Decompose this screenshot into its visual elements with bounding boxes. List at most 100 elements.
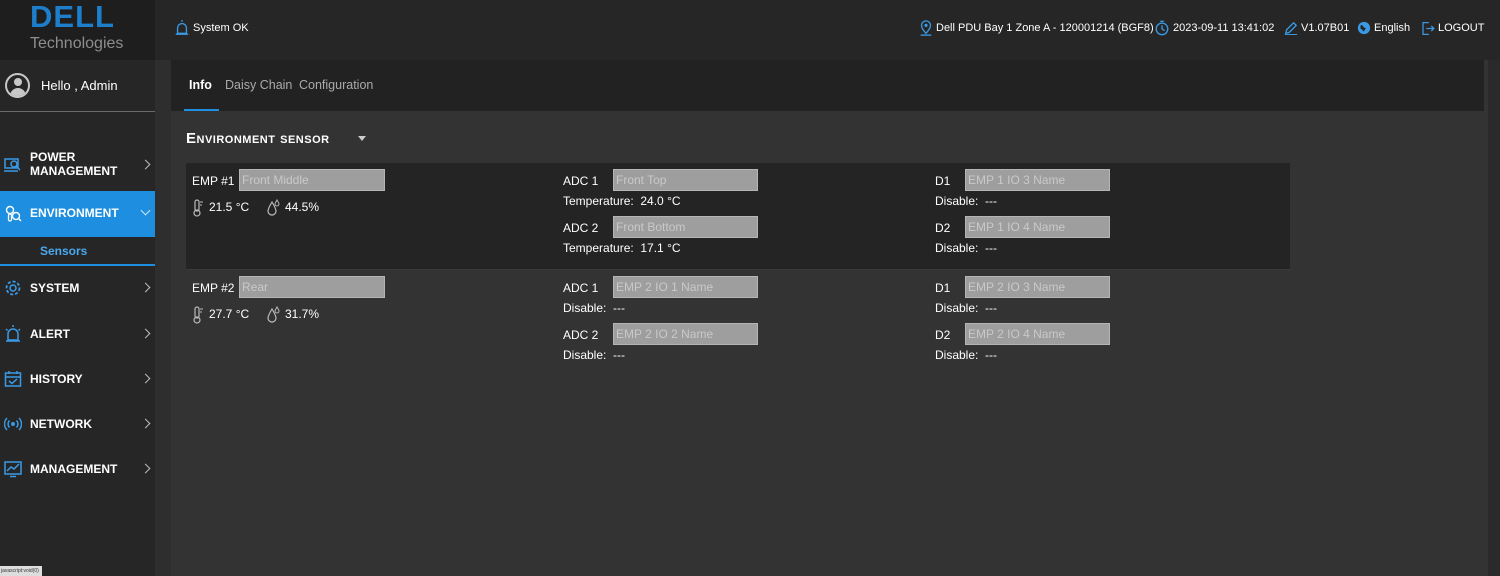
sidebar-item-management[interactable]: MANAGEMENT bbox=[0, 456, 155, 482]
emp-name-field[interactable]: Front Middle bbox=[239, 169, 385, 191]
adc-status-value: --- bbox=[613, 301, 626, 315]
system-status-text: System OK bbox=[193, 22, 249, 34]
pencil-icon bbox=[1284, 21, 1298, 36]
sidebar-subitem-label: Sensors bbox=[40, 244, 88, 258]
sidebar-item-network[interactable]: NETWORK bbox=[0, 411, 155, 437]
adc-name-field[interactable]: Front Bottom bbox=[613, 216, 758, 238]
dio-status-label: Disable: bbox=[935, 301, 979, 315]
user-greeting: Hello , Admin bbox=[41, 78, 118, 93]
chevron-right-icon bbox=[140, 418, 151, 429]
caret-down-icon[interactable] bbox=[358, 136, 366, 141]
adc-label: ADC 2 bbox=[563, 221, 599, 235]
dio-status-value: --- bbox=[985, 301, 998, 315]
adc-status: Disable: --- bbox=[563, 301, 625, 315]
dio-label: D1 bbox=[935, 174, 951, 188]
sidebar-item-environment[interactable]: ENVIRONMENT bbox=[0, 191, 155, 237]
user-greeting-row: Hello , Admin bbox=[0, 60, 155, 112]
adc-status-label: Temperature: bbox=[563, 241, 634, 255]
dio-status: Disable: --- bbox=[935, 194, 997, 208]
page-scrollbar[interactable] bbox=[1488, 60, 1500, 576]
dio-status-value: --- bbox=[985, 348, 998, 362]
dio-status: Disable: --- bbox=[935, 348, 997, 362]
emp-name-field[interactable]: Rear bbox=[239, 276, 385, 298]
sidebar-item-power-management[interactable]: POWER MANAGEMENT bbox=[0, 145, 155, 185]
dio-status-label: Disable: bbox=[935, 348, 979, 362]
sidebar-item-label: POWER bbox=[30, 150, 76, 164]
thermometer-icon bbox=[193, 306, 203, 324]
tab-configuration[interactable]: Configuration bbox=[299, 78, 373, 92]
calendar-icon bbox=[4, 371, 22, 387]
user-avatar-icon bbox=[5, 73, 30, 98]
sidebar-item-history[interactable]: HISTORY bbox=[0, 366, 155, 392]
humidity-reading: 31.7% bbox=[266, 305, 320, 324]
adc-status: Disable: --- bbox=[563, 348, 625, 362]
firmware-version[interactable]: V1.07B01 bbox=[1284, 20, 1349, 36]
chevron-right-icon bbox=[140, 373, 151, 384]
dio-label: D2 bbox=[935, 221, 951, 235]
adc-name-field[interactable]: EMP 2 IO 1 Name bbox=[613, 276, 758, 298]
location-info: Dell PDU Bay 1 Zone A - 120001214 (BGF8) bbox=[919, 20, 1154, 36]
dio-name-field[interactable]: EMP 1 IO 3 Name bbox=[965, 169, 1110, 191]
chevron-right-icon bbox=[140, 282, 151, 293]
emp-row: EMP #2 Rear 27.7 °C 31.7% ADC 1 EMP 2 IO… bbox=[186, 269, 1290, 369]
active-tab-indicator bbox=[184, 109, 219, 111]
chevron-right-icon bbox=[140, 159, 151, 170]
dell-logo[interactable]: DELL Technologies bbox=[0, 0, 155, 60]
temperature-reading: 21.5 °C bbox=[192, 199, 249, 217]
adc-name-field[interactable]: EMP 2 IO 2 Name bbox=[613, 323, 758, 345]
humidity-icon bbox=[267, 305, 280, 323]
dio-name-field[interactable]: EMP 2 IO 4 Name bbox=[965, 323, 1110, 345]
tab-bar: Info Daisy Chain Configuration bbox=[171, 60, 1484, 111]
adc-label: ADC 2 bbox=[563, 328, 599, 342]
dio-status-value: --- bbox=[985, 194, 998, 208]
sidebar: DELL Technologies Hello , Admin POWER MA… bbox=[0, 0, 155, 576]
logout-label: LOGOUT bbox=[1438, 22, 1485, 34]
tab-info[interactable]: Info bbox=[189, 78, 212, 92]
globe-icon bbox=[1357, 21, 1371, 35]
chevron-right-icon bbox=[140, 328, 151, 339]
dio-status-label: Disable: bbox=[935, 194, 979, 208]
dio-name-field[interactable]: EMP 2 IO 3 Name bbox=[965, 276, 1110, 298]
temperature-value: 21.5 °C bbox=[209, 200, 250, 215]
adc-status-value: 17.1 °C bbox=[640, 241, 681, 255]
adc-label: ADC 1 bbox=[563, 281, 599, 295]
adc-status-value: 24.0 °C bbox=[640, 194, 681, 208]
main-content: Info Daisy Chain Configuration Environme… bbox=[171, 60, 1488, 576]
power-management-icon bbox=[4, 158, 21, 172]
sidebar-item-label: NETWORK bbox=[30, 417, 92, 431]
logout-icon bbox=[1422, 21, 1435, 35]
datetime-info: 2023-09-11 13:41:02 bbox=[1154, 20, 1274, 36]
alarm-icon bbox=[175, 20, 189, 35]
sidebar-item-label: HISTORY bbox=[30, 372, 83, 386]
chevron-down-icon bbox=[140, 205, 151, 216]
thermometer-icon bbox=[193, 199, 203, 217]
temperature-reading: 27.7 °C bbox=[192, 306, 249, 324]
location-pin-icon bbox=[920, 20, 932, 36]
adc-status: Temperature: 24.0 °C bbox=[563, 194, 681, 208]
humidity-icon bbox=[267, 198, 280, 216]
logout-button[interactable]: LOGOUT bbox=[1421, 20, 1484, 36]
dio-name-field[interactable]: EMP 1 IO 4 Name bbox=[965, 216, 1110, 238]
section-title[interactable]: Environment sensor bbox=[186, 130, 330, 147]
language-selector[interactable]: English bbox=[1357, 20, 1410, 36]
sidebar-item-label: ALERT bbox=[30, 327, 70, 341]
sidebar-item-system[interactable]: SYSTEM bbox=[0, 275, 155, 301]
temperature-value: 27.7 °C bbox=[209, 307, 250, 322]
emp-row: EMP #1 Front Middle 21.5 °C 44.5% ADC 1 … bbox=[186, 163, 1290, 269]
top-bar: System OK Dell PDU Bay 1 Zone A - 120001… bbox=[155, 0, 1500, 60]
dio-label: D1 bbox=[935, 281, 951, 295]
browser-status-tooltip: javascript:void(0) bbox=[0, 566, 42, 576]
system-status[interactable]: System OK bbox=[174, 20, 249, 36]
logo-subtitle: Technologies bbox=[30, 35, 124, 52]
adc-name-field[interactable]: Front Top bbox=[613, 169, 758, 191]
emp-label: EMP #2 bbox=[192, 281, 235, 295]
sidebar-item-label: ENVIRONMENT bbox=[30, 206, 119, 220]
language-text: English bbox=[1374, 22, 1411, 34]
sidebar-subitem-sensors[interactable]: Sensors bbox=[0, 237, 155, 266]
sidebar-item-alert[interactable]: ALERT bbox=[0, 321, 155, 347]
humidity-value: 31.7% bbox=[285, 307, 320, 322]
adc-status-label: Disable: bbox=[563, 301, 607, 315]
tab-daisy-chain[interactable]: Daisy Chain bbox=[225, 78, 292, 92]
adc-status-label: Disable: bbox=[563, 348, 607, 362]
humidity-reading: 44.5% bbox=[266, 198, 319, 217]
